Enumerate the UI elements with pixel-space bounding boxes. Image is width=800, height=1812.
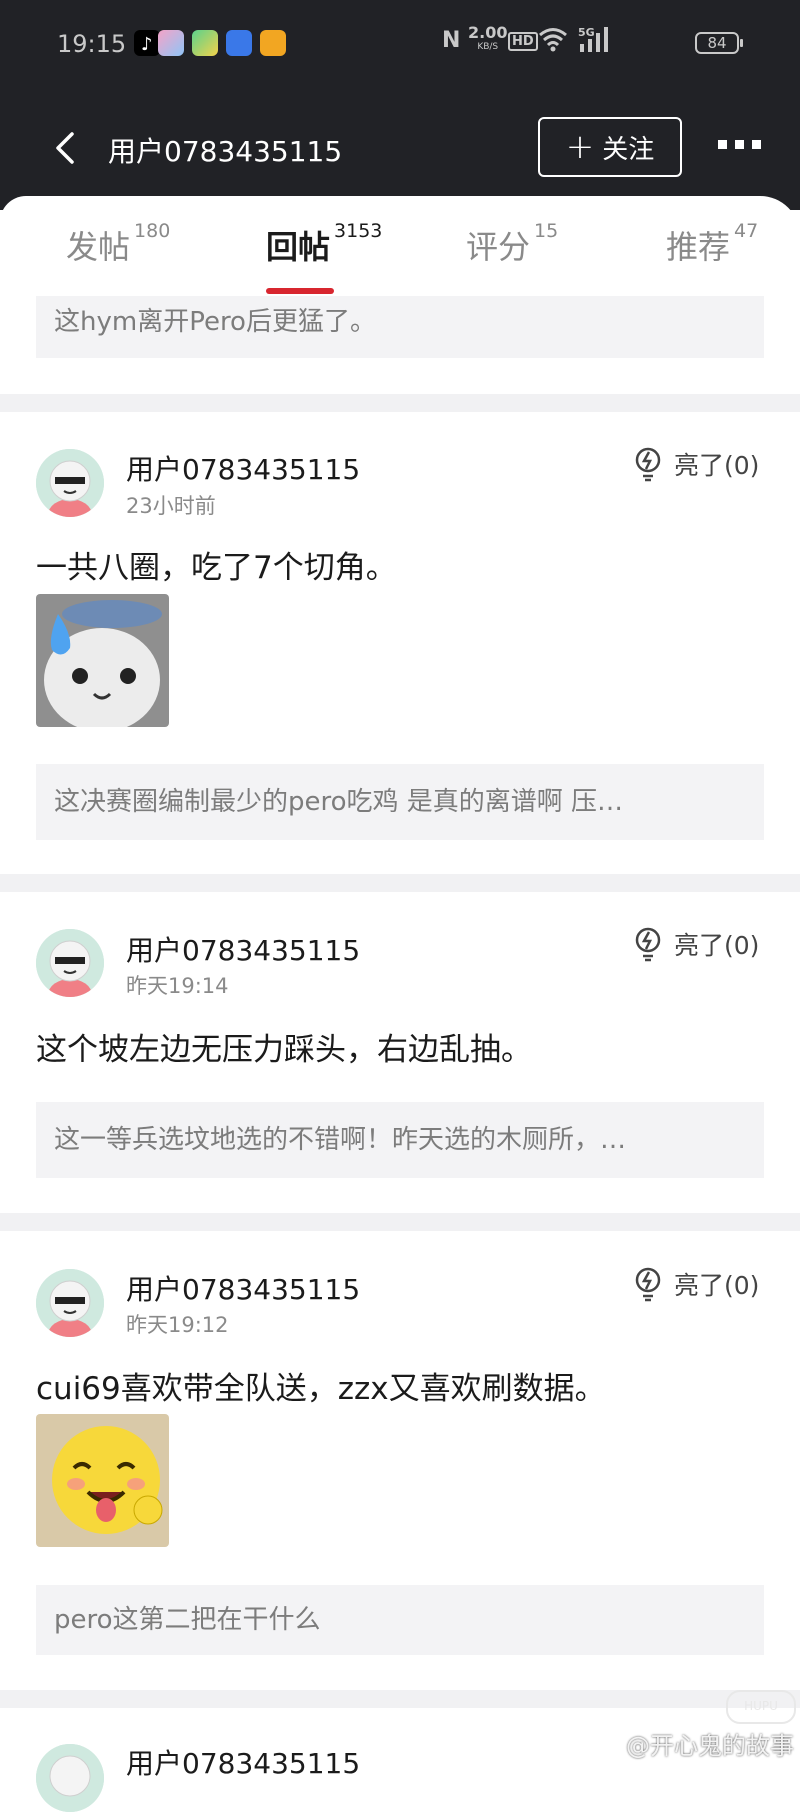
- quoted-post[interactable]: pero这第二把在干什么: [36, 1585, 764, 1655]
- post-time: 昨天19:12: [126, 1313, 229, 1337]
- post-text: 一共八圈，吃了7个切角。: [36, 550, 397, 586]
- page-title: 用户0783435115: [108, 135, 343, 168]
- nfc-icon: N: [442, 28, 461, 53]
- battery-tip: [740, 39, 743, 47]
- divider: [0, 394, 800, 412]
- divider: [0, 1213, 800, 1231]
- light-count: 亮了(0): [674, 1271, 760, 1300]
- follow-label: 关注: [602, 134, 655, 165]
- lightbulb-icon: [635, 1267, 661, 1302]
- plus-icon: +: [565, 127, 595, 167]
- light-button[interactable]: 亮了(0): [632, 446, 759, 482]
- weibo-icon: [260, 30, 286, 56]
- avatar[interactable]: [36, 1744, 104, 1812]
- light-button[interactable]: 亮了(0): [632, 926, 759, 962]
- post-time: 23小时前: [126, 494, 216, 518]
- status-bar: 19:15 ♪ N 2.00 KB/S HD 5G 84: [0, 0, 800, 90]
- back-arrow-icon[interactable]: [46, 128, 86, 168]
- app-header: 用户0783435115 + 关注: [0, 100, 800, 196]
- sticker-image[interactable]: [36, 594, 169, 727]
- watermark: @开心鬼的故事: [626, 1732, 794, 1760]
- quoted-post[interactable]: 这决赛圈编制最少的pero吃鸡 是真的离谱啊 压…: [36, 764, 764, 840]
- post-text: cui69喜欢带全队送，zzx又喜欢刷数据。: [36, 1371, 606, 1407]
- net-speed: 2.00 KB/S: [468, 23, 508, 53]
- avatar[interactable]: [36, 929, 104, 997]
- post-text: 这个坡左边无压力踩头，右边乱抽。: [36, 1032, 532, 1068]
- cloud-icon: [226, 30, 252, 56]
- divider: [0, 874, 800, 892]
- tab-replies[interactable]: 回帖 3153: [266, 220, 382, 268]
- tab-recommend[interactable]: 推荐 47: [666, 220, 758, 268]
- username[interactable]: 用户0783435115: [126, 929, 360, 969]
- more-options-icon[interactable]: [718, 140, 768, 156]
- battery-icon: 84: [695, 32, 739, 54]
- hupu-logo: HUPU: [726, 1690, 796, 1724]
- username[interactable]: 用户0783435115: [126, 1742, 360, 1782]
- sticker-image[interactable]: [36, 1414, 169, 1547]
- post-time: 昨天19:14: [126, 974, 229, 998]
- active-tab-indicator: [266, 288, 334, 294]
- gallery-icon: [158, 30, 184, 56]
- tab-posts[interactable]: 发帖 180: [66, 220, 170, 268]
- avatar[interactable]: [36, 449, 104, 517]
- follow-button[interactable]: + 关注: [538, 117, 682, 177]
- username[interactable]: 用户0783435115: [126, 448, 360, 488]
- signal-icon: 5G: [578, 26, 612, 59]
- light-button[interactable]: 亮了(0): [632, 1266, 759, 1302]
- wifi-icon: [538, 26, 568, 57]
- hd-icon: HD: [508, 32, 538, 51]
- lightbulb-icon: [635, 927, 661, 962]
- username[interactable]: 用户0783435115: [126, 1268, 360, 1308]
- light-count: 亮了(0): [674, 451, 760, 480]
- quoted-post[interactable]: 这一等兵选坟地选的不错啊！昨天选的木厕所，…: [36, 1102, 764, 1178]
- lightbulb-icon: [635, 447, 661, 482]
- tiktok-icon: ♪: [134, 30, 160, 56]
- status-time: 19:15: [57, 30, 127, 58]
- svg-text:♪: ♪: [141, 34, 153, 55]
- avatar[interactable]: [36, 1269, 104, 1337]
- quoted-post[interactable]: 这hym离开Pero后更猛了。: [36, 296, 764, 358]
- divider: [0, 1690, 800, 1708]
- tab-ratings[interactable]: 评分 15: [466, 220, 558, 268]
- light-count: 亮了(0): [674, 931, 760, 960]
- wallet-icon: [192, 30, 218, 56]
